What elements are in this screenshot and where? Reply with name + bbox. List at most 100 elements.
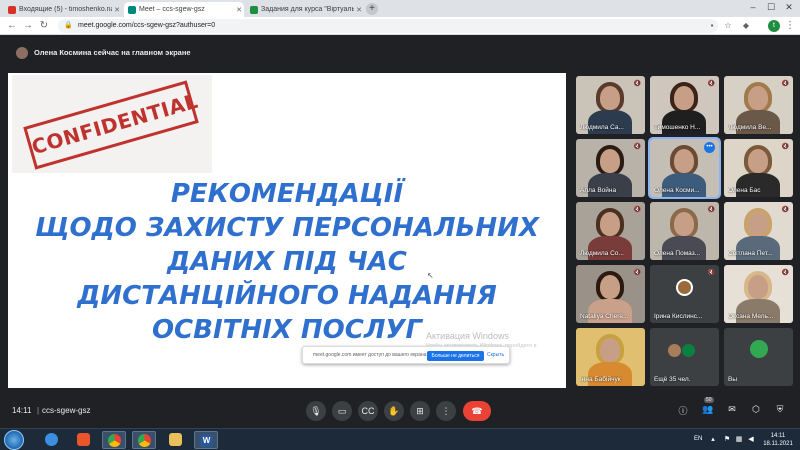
participant-tile[interactable]: 🔇 Тимошенко Н... (650, 76, 719, 134)
mic-off-icon: 🔇 (633, 270, 641, 276)
share-notice-text: meet.google.com имеет доступ до вашего е… (313, 352, 428, 358)
taskbar-clock[interactable]: 14:11 18.11.2021 (758, 432, 798, 448)
participant-tile[interactable]: ••• Олена Косми... (648, 137, 721, 199)
presenter-avatar (16, 47, 28, 59)
maximize-icon[interactable]: ☐ (762, 2, 780, 13)
folder-icon (169, 433, 182, 446)
reload-icon[interactable]: ↻ (38, 19, 50, 33)
participant-profile-avatar (676, 279, 693, 296)
taskbar-explorer[interactable] (164, 431, 188, 449)
network-icon[interactable]: ▦ (734, 435, 744, 443)
video-camera-icon: ▭ (337, 406, 347, 416)
participant-face (674, 149, 694, 173)
group-avatar (668, 344, 681, 357)
tab-classroom[interactable]: Задания для курса "Віртуальна ✕ (246, 2, 364, 17)
bookmark-star-icon[interactable]: ☆ (722, 19, 734, 33)
tab-title: Задания для курса "Віртуальна (261, 6, 354, 13)
browser-tab-strip: Входящие (5) - timoshenko.natal ✕ Meet –… (0, 0, 800, 17)
gmail-icon (8, 5, 16, 14)
participant-name: Світлана Пет... (728, 250, 773, 257)
start-button[interactable] (4, 430, 24, 450)
close-icon[interactable]: ✕ (112, 6, 122, 14)
browser-toolbar: ← → ↻ meet.google.com/ccs-sgew-gsz?authu… (0, 17, 800, 35)
participant-tile[interactable]: 🔇 Nataliya Chere... (576, 265, 645, 323)
camera-button[interactable]: ▭ (332, 401, 352, 421)
confidential-image: CONFIDENTIAL (12, 75, 212, 173)
slide-title-line: ЩОДО ЗАХИСТУ ПЕРСОНАЛЬНИХ (35, 213, 539, 243)
meeting-code: ccs-sgew-gsz (42, 406, 91, 415)
participant-tile[interactable]: 🔇 Ірина Кислинс... (650, 265, 719, 323)
leave-call-button[interactable]: ☎ (463, 401, 491, 421)
participant-face (600, 149, 620, 173)
language-indicator[interactable]: EN (694, 436, 702, 442)
participant-tile[interactable]: 🔇 Олена Помаз... (650, 202, 719, 260)
participant-tile[interactable]: 🔇 Людмила Ве... (724, 76, 793, 134)
chrome-icon (108, 434, 121, 447)
forward-icon[interactable]: → (22, 19, 34, 33)
participant-name: Вы (728, 376, 738, 383)
present-button[interactable]: ⊞ (410, 401, 430, 421)
confidential-stamp: CONFIDENTIAL (23, 80, 201, 170)
participant-name: Людмила Со... (580, 250, 624, 257)
new-tab-button[interactable]: + (366, 3, 378, 15)
taskbar-chrome[interactable] (102, 431, 126, 449)
tab-gmail[interactable]: Входящие (5) - timoshenko.natal ✕ (4, 2, 122, 17)
raise-hand-button[interactable]: ✋ (384, 401, 404, 421)
taskbar-ie[interactable] (40, 431, 64, 449)
participant-tile[interactable]: Вы (724, 328, 793, 386)
participant-tile[interactable]: Інна Бабійчук (576, 328, 645, 386)
participant-name: Nataliya Chere... (580, 313, 629, 320)
flag-icon[interactable]: ⚑ (722, 435, 732, 443)
activities-icon[interactable]: ⬡ (750, 404, 762, 415)
back-icon[interactable]: ← (6, 19, 18, 33)
slide-title-line: ОСВІТНІХ ПОСЛУГ (151, 315, 423, 345)
participant-tile[interactable]: 🔇 Оксана Мель... (724, 265, 793, 323)
participant-tile[interactable]: Ещё 35 чел. (650, 328, 719, 386)
slide-title-line: РЕКОМЕНДАЦІЇ (170, 179, 404, 209)
meeting-controls: 14:11 | ccs-sgew-gsz 🎙 ▭ CC ✋ ⊞ ⋮ ☎ ⓘ 👥 … (0, 395, 800, 427)
more-vert-icon: ⋮ (441, 406, 451, 416)
participant-tile[interactable]: 🔇 Людмила Са... (576, 76, 645, 134)
close-icon[interactable]: ✕ (354, 6, 364, 14)
menu-dots-icon[interactable]: ⋮ (784, 19, 796, 33)
taskbar-chrome-2[interactable] (132, 431, 156, 449)
participant-name: Оксана Мель... (728, 313, 774, 320)
profile-avatar[interactable]: t (768, 20, 780, 32)
microphone-button[interactable]: 🎙 (306, 401, 326, 421)
captions-icon: CC (361, 406, 375, 416)
hide-button[interactable]: Скрыть (487, 352, 504, 358)
tray-up-icon[interactable]: ▴ (708, 435, 718, 443)
meeting-time: 14:11 (12, 406, 32, 415)
host-controls-icon[interactable]: ⛨ (774, 404, 786, 415)
tab-meet[interactable]: Meet – ccs-sgew-gsz ✕ (124, 2, 244, 17)
camera-icon[interactable]: ▪ (706, 19, 718, 33)
volume-icon[interactable]: ◀ (746, 435, 756, 443)
mic-off-icon: 🔇 (781, 81, 789, 87)
address-bar[interactable]: meet.google.com/ccs-sgew-gsz?authuser=0 (58, 19, 718, 33)
participant-tile[interactable]: 🔇 Алла Война (576, 139, 645, 197)
captions-button[interactable]: CC (358, 401, 378, 421)
close-icon[interactable]: ✕ (234, 6, 244, 14)
minimize-icon[interactable]: – (744, 2, 762, 12)
mic-off-icon: 🔇 (633, 207, 641, 213)
chat-icon[interactable]: ✉ (726, 404, 738, 415)
taskbar-word[interactable]: W (194, 431, 218, 449)
participant-initial-avatar (682, 344, 695, 357)
participant-tile[interactable]: 🔇 Світлана Пет... (724, 202, 793, 260)
more-options-button[interactable]: ⋮ (436, 401, 456, 421)
people-icon[interactable]: 👥 (702, 404, 714, 415)
taskbar-app[interactable] (72, 431, 96, 449)
lock-icon[interactable]: 🔒 (64, 21, 73, 30)
window-close-icon[interactable]: ✕ (780, 2, 798, 13)
participant-tile[interactable]: 🔇 Людмила Со... (576, 202, 645, 260)
shared-screen: CONFIDENTIAL РЕКОМЕНДАЦІЇ ЩОДО ЗАХИСТУ П… (8, 73, 566, 388)
mouse-cursor-icon: ↖ (427, 271, 434, 280)
participant-tile[interactable]: 🔇 Олена Бас (724, 139, 793, 197)
participant-name: Олена Помаз... (654, 250, 701, 257)
extension-icon[interactable]: ◆ (740, 19, 752, 33)
participant-face (600, 275, 620, 299)
more-options-icon[interactable]: ••• (704, 142, 715, 153)
internet-explorer-icon (45, 433, 58, 446)
info-icon[interactable]: ⓘ (677, 404, 689, 417)
stop-sharing-button[interactable]: Больше не делиться (427, 351, 484, 361)
